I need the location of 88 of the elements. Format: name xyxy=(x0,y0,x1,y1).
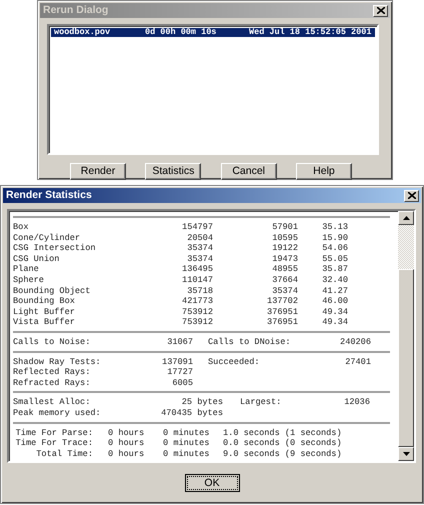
stat-value: 41.27 xyxy=(321,286,348,296)
stat-value: 0.0 seconds (0 seconds) xyxy=(223,438,343,449)
stat-label: Calls to Noise: xyxy=(13,336,92,348)
stat-value: 470435 bytes xyxy=(160,408,223,418)
close-button[interactable] xyxy=(373,4,388,16)
stat-label: Vista Buffer xyxy=(13,317,76,328)
stat-label: Smallest Alloc: xyxy=(13,397,92,408)
stat-label: Calls to DNoise: xyxy=(208,336,292,348)
stat-value: 1.0 seconds (1 seconds) xyxy=(223,428,343,438)
dialog-button[interactable]: Cancel xyxy=(220,163,277,180)
close-icon xyxy=(376,7,384,14)
stat-value: 25 bytes xyxy=(180,397,223,408)
window-title: Render Statistics xyxy=(6,188,92,203)
stat-value: 54.06 xyxy=(321,243,348,254)
stat-value: 19122 xyxy=(271,243,298,254)
stat-value: 240206 xyxy=(339,336,371,348)
stat-value: 137702 xyxy=(266,296,298,307)
stat-value: 35374 xyxy=(271,286,298,296)
dialog-button[interactable]: Statistics xyxy=(145,163,202,180)
stat-value: 0 minutes xyxy=(163,438,210,449)
stat-label: Reflected Rays: xyxy=(13,367,92,378)
list-row[interactable]: woodbox.pov 0d 00h 00m 10s Wed Jul 18 15:52:05 2001 xyxy=(51,28,375,37)
stat-label: Succeeded: xyxy=(208,356,261,368)
stat-label: Bounding Object xyxy=(13,286,92,296)
up-arrow-icon[interactable] xyxy=(402,216,410,220)
file-name: woodbox.pov xyxy=(54,28,112,37)
stat-value: 19473 xyxy=(271,254,298,264)
stat-label: Refracted Rays: xyxy=(13,378,92,388)
stat-value: 48955 xyxy=(271,264,298,275)
stat-value: 35.87 xyxy=(321,264,348,275)
scrollbar[interactable] xyxy=(398,211,414,461)
stat-value: 17727 xyxy=(166,367,193,378)
close-button[interactable] xyxy=(404,190,419,202)
stat-value: 37664 xyxy=(271,274,298,286)
stat-label: Total Time: xyxy=(35,448,93,460)
render-date: Wed Jul 18 15:52:05 2001 xyxy=(249,28,372,37)
stat-value: 20504 xyxy=(186,232,213,244)
stat-label: Light Buffer xyxy=(13,306,76,318)
stat-value: 49.34 xyxy=(321,306,348,318)
stat-value: 0 hours xyxy=(108,448,146,460)
stat-label: CSG Union xyxy=(13,254,60,264)
stat-value: 137091 xyxy=(161,356,193,368)
window-title: Rerun Dialog xyxy=(43,2,108,18)
stat-label: Sphere xyxy=(13,274,45,286)
stat-label: Peak memory used: xyxy=(13,408,102,418)
close-icon xyxy=(408,192,416,199)
stat-value: 6005 xyxy=(171,378,193,388)
stat-value: 376951 xyxy=(266,317,298,328)
stat-value: 31067 xyxy=(166,336,193,348)
render-time: 0d 00h 00m 10s xyxy=(145,28,218,37)
stat-value: 136495 xyxy=(181,264,213,275)
stat-label: Plane xyxy=(13,264,40,275)
stat-label: Time For Parse: xyxy=(14,428,93,438)
stat-value: 55.05 xyxy=(321,254,348,264)
dialog-button[interactable]: Render xyxy=(70,163,126,180)
stat-label: Largest: xyxy=(240,397,282,408)
stat-value: 110147 xyxy=(181,274,213,286)
down-arrow-icon[interactable] xyxy=(402,452,410,456)
stat-value: 27401 xyxy=(344,356,371,368)
dialog-button[interactable]: Help xyxy=(296,163,352,180)
stat-value: 32.40 xyxy=(321,274,348,286)
stat-value: 0 minutes xyxy=(163,428,210,438)
ok-button[interactable]: OK xyxy=(184,474,240,492)
stat-value: 753912 xyxy=(181,317,213,328)
stat-value: 154797 xyxy=(181,222,213,233)
stat-value: 15.90 xyxy=(321,232,348,244)
stat-value: 57901 xyxy=(271,222,298,233)
stat-label: Cone/Cylinder xyxy=(13,232,82,244)
stat-value: 0 minutes xyxy=(163,448,210,460)
stat-value: 0 hours xyxy=(108,438,146,449)
stat-label: CSG Intersection xyxy=(13,243,97,254)
stat-value: 35374 xyxy=(186,254,213,264)
stat-value: 753912 xyxy=(181,306,213,318)
stat-value: 35.13 xyxy=(321,222,348,233)
stat-value: 49.34 xyxy=(321,317,348,328)
stat-label: Box xyxy=(13,222,30,233)
stat-value: 10595 xyxy=(271,232,298,244)
stat-value: 376951 xyxy=(266,306,298,318)
stat-value: 0 hours xyxy=(108,428,146,438)
stat-value: 35718 xyxy=(186,286,213,296)
stat-value: 9.0 seconds (9 seconds) xyxy=(223,448,343,460)
stat-label: Bounding Box xyxy=(13,296,76,307)
stat-label: Time For Trace: xyxy=(14,438,93,449)
stat-value: 35374 xyxy=(186,243,213,254)
stat-value: 46.00 xyxy=(321,296,348,307)
stat-value: 12036 xyxy=(343,397,370,408)
stat-value: 421773 xyxy=(181,296,213,307)
stat-label: Shadow Ray Tests: xyxy=(13,356,102,368)
